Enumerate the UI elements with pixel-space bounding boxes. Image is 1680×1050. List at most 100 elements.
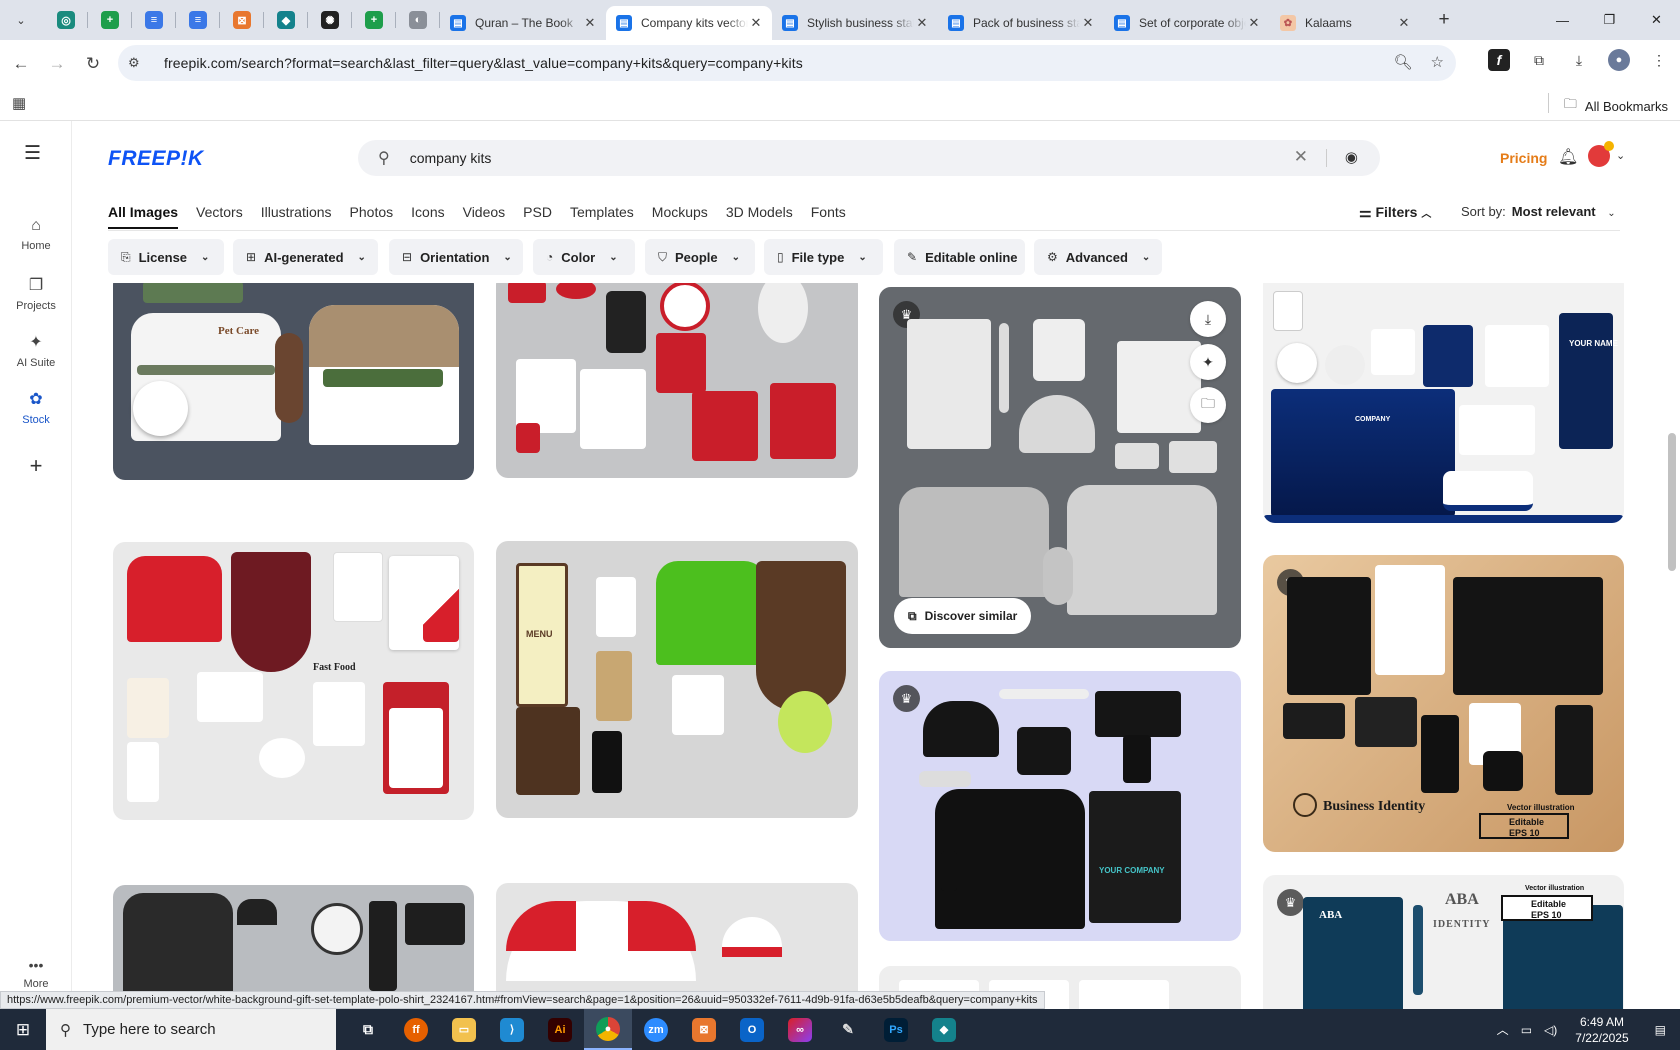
pinned-tab[interactable]: ≡ [132,0,176,40]
download-icon[interactable]: ⤓ [1190,301,1226,337]
all-bookmarks[interactable]: 🗀 All Bookmarks [1547,93,1668,117]
result-card[interactable]: Pet Care [113,283,474,480]
tab-fonts[interactable]: Fonts [811,204,846,220]
chrome-icon[interactable]: ● [584,1009,632,1050]
browser-tab[interactable]: ▤ Set of corporate objects✕ [1104,6,1270,40]
vscode-icon[interactable]: ⟩ [488,1009,536,1050]
result-card[interactable]: Fast Food [113,542,474,820]
add-button[interactable]: + [0,453,72,479]
filter-color[interactable]: ◔ Color ⌄ [533,239,635,275]
restore-icon[interactable]: ❐ [1586,0,1633,40]
zoom-icon[interactable]: 🔍︎ [1394,53,1413,71]
notification-bell-icon[interactable]: 🔔︎ [1558,147,1578,167]
filter-license[interactable]: ⎘ License ⌄ [108,239,224,275]
apps-grid-icon[interactable]: ▦ [12,94,26,112]
profile-avatar[interactable]: ● [1608,49,1630,71]
close-window-icon[interactable]: ✕ [1633,0,1680,40]
tab-photos[interactable]: Photos [350,204,394,220]
filter-file-type[interactable]: ▯ File type ⌄ [764,239,883,275]
illustrator-icon[interactable]: Ai [536,1009,584,1050]
notification-center-icon[interactable]: ▤ [1655,1023,1666,1037]
file-explorer-icon[interactable]: ▭ [440,1009,488,1050]
browser-tab[interactable]: ▤ Pack of business stationery✕ [938,6,1104,40]
browser-tab[interactable]: ✿ Kalaams ✕ [1270,6,1420,40]
freepik-logo[interactable]: FREEP!K [108,147,204,171]
tab-illustrations[interactable]: Illustrations [261,204,332,220]
clock[interactable]: 6:49 AM 7/22/2025 [1575,1014,1628,1046]
office-icon[interactable]: ⊠ [680,1009,728,1050]
result-card[interactable]: ♛ Business Identity Vector illustration … [1263,555,1624,852]
new-tab-button[interactable]: + [1430,9,1458,31]
download-icon[interactable]: ⤓ [1568,49,1590,71]
tab-psd[interactable]: PSD [523,204,552,220]
chevron-up-icon[interactable]: ︿ [1497,1021,1509,1038]
firefox-icon[interactable]: ff [392,1009,440,1050]
tab-vectors[interactable]: Vectors [196,204,243,220]
filters-toggle[interactable]: ⚌ Filters ︿ [1359,204,1431,221]
pinned-tab[interactable]: ◎ [44,0,88,40]
close-icon[interactable]: ✕ [748,15,764,31]
discover-similar-button[interactable]: ⧉ Discover similar [894,598,1032,634]
close-icon[interactable]: ✕ [1246,15,1262,31]
back-icon[interactable]: ← [6,49,36,79]
filter-advanced[interactable]: ⚙ Advanced ⌄ [1034,239,1162,275]
pinned-tab[interactable]: ◐ [396,0,440,40]
minimize-icon[interactable]: — [1539,0,1586,40]
page-scrollbar-thumb[interactable] [1668,433,1676,571]
site-info-icon[interactable]: ⚙ [128,55,150,71]
sidebar-item-home[interactable]: ⌂ Home [0,217,72,252]
ai-edit-icon[interactable]: ✦ [1190,344,1226,380]
omnibox[interactable]: ⚙ freepik.com/search?format=search&last_… [118,45,1456,81]
volume-icon[interactable]: ◁) [1544,1023,1557,1037]
tab-icons[interactable]: Icons [411,204,444,220]
pinned-tab[interactable]: + [88,0,132,40]
camera-search-icon[interactable]: ◉ [1345,148,1358,166]
forward-icon[interactable]: → [42,49,72,79]
reload-icon[interactable]: ↻ [78,49,108,79]
zoom-icon[interactable]: zm [632,1009,680,1050]
browser-tab-active[interactable]: ▤ Company kits vectors ✕ [606,6,772,40]
font-extension-icon[interactable]: f [1488,49,1510,71]
result-card[interactable] [496,283,858,478]
bookmark-star-icon[interactable]: ☆ [1431,53,1444,71]
sidebar-item-stock[interactable]: ✿ Stock [0,389,72,426]
filter-ai-generated[interactable]: ⊞ AI-generated ⌄ [233,239,378,275]
creative-cloud-icon[interactable]: ∞ [776,1009,824,1050]
result-card[interactable]: ♛ ⤓ ✦ 🗀 ⧉ Discover similar [879,287,1241,648]
user-avatar[interactable] [1588,141,1614,167]
pricing-link[interactable]: Pricing [1500,150,1547,166]
pinned-tab[interactable]: ◆ [264,0,308,40]
close-icon[interactable]: ✕ [1396,15,1412,31]
save-collection-icon[interactable]: 🗀 [1190,387,1226,423]
outlook-icon[interactable]: O [728,1009,776,1050]
filter-editable-online[interactable]: ✎ Editable online [894,239,1025,275]
windows-start-icon[interactable]: ⊞ [0,1009,46,1050]
url-text[interactable]: freepik.com/search?format=search&last_fi… [164,55,803,71]
extensions-icon[interactable]: ⧉ [1528,49,1550,71]
photoshop-icon[interactable]: Ps [872,1009,920,1050]
pinned-tab[interactable]: + [352,0,396,40]
pinned-tab[interactable]: ⊠ [220,0,264,40]
tab-3d-models[interactable]: 3D Models [726,204,793,220]
result-card[interactable]: YOUR NAME COMPANY [1263,283,1624,523]
close-icon[interactable]: ✕ [1080,15,1096,31]
chevron-down-icon[interactable]: ⌄ [1616,149,1625,162]
filter-orientation[interactable]: ⊟ Orientation ⌄ [389,239,523,275]
browser-tab[interactable]: ▤ Quran – The Book ✕ [440,6,606,40]
web-app-icon[interactable]: ◆ [920,1009,968,1050]
pinned-tab[interactable]: ✺ [308,0,352,40]
result-card[interactable]: MENU [496,541,858,818]
sidebar-item-ai-suite[interactable]: ✦ AI Suite [0,332,72,369]
hamburger-menu-icon[interactable]: ☰ [24,142,41,165]
browser-tab[interactable]: ▤ Stylish business stationery✕ [772,6,938,40]
search-input[interactable]: company kits [410,150,492,166]
close-icon[interactable]: ✕ [914,15,930,31]
close-icon[interactable]: ✕ [582,15,598,31]
browser-menu-icon[interactable]: ⋮ [1648,49,1670,71]
tab-templates[interactable]: Templates [570,204,634,220]
tab-videos[interactable]: Videos [463,204,506,220]
sidebar-item-projects[interactable]: ❐ Projects [0,275,72,312]
result-card[interactable]: ♛ YOUR COMPANY [879,671,1241,941]
filter-people[interactable]: ⛉ People ⌄ [645,239,755,275]
task-view-icon[interactable]: ⧉ [344,1009,392,1050]
